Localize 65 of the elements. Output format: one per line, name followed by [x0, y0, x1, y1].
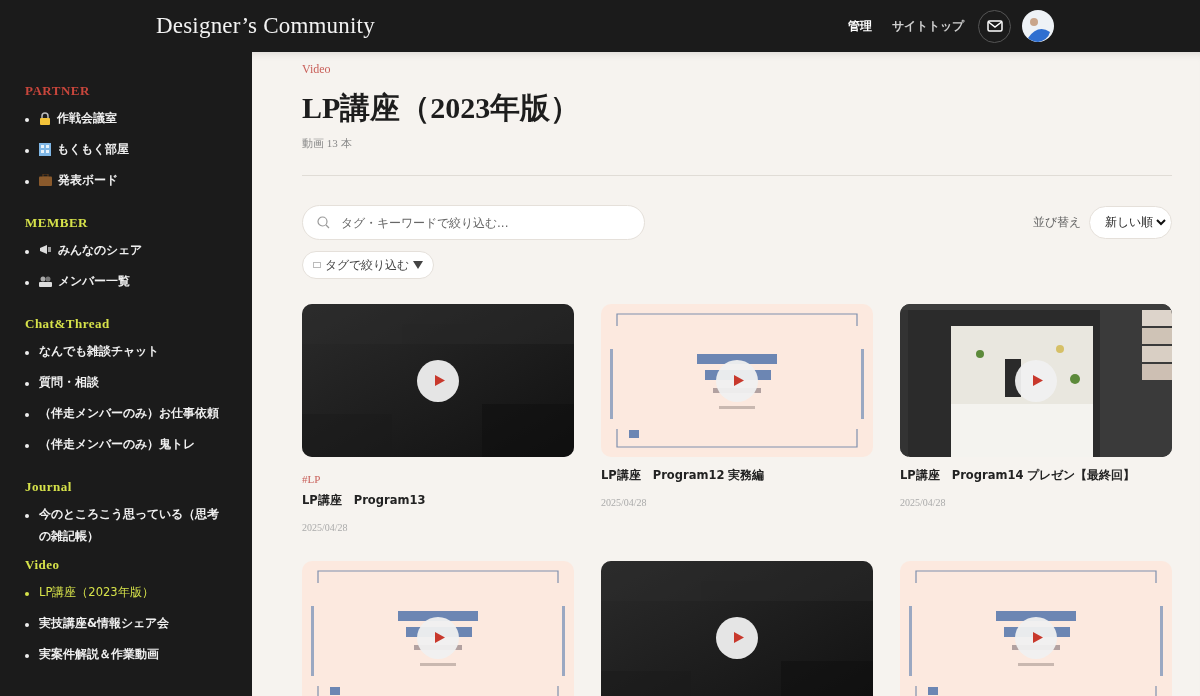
sort-dropdown[interactable]: 新しい順 [1089, 206, 1172, 239]
bullet-icon [25, 382, 29, 386]
people-icon [39, 275, 52, 287]
bullet-icon [25, 281, 29, 285]
sidebar-item[interactable]: 質問・相談 [39, 371, 224, 393]
video-title[interactable]: LP講座 Program13 [302, 493, 574, 508]
section-heading: PARTNER [25, 83, 91, 99]
video-title[interactable]: LP講座 Program14 プレゼン【最終回】 [900, 468, 1172, 483]
sidebar-item[interactable]: （伴走メンバーのみ）お仕事依頼 [39, 402, 224, 424]
play-icon [1032, 632, 1043, 643]
chevron-down-icon [1156, 219, 1166, 226]
video-date: 2025/04/28 [601, 497, 648, 508]
play-icon [733, 375, 744, 386]
avatar[interactable] [1022, 10, 1054, 42]
page-title: LP講座（2023年版） [302, 90, 582, 126]
bullet-icon [25, 623, 29, 627]
sidebar-item[interactable]: 実技講座&情報シェア会 [39, 612, 224, 634]
bullet-icon [25, 413, 29, 417]
sidebar-item[interactable]: もくもく部屋 [39, 138, 224, 160]
video-date: 2025/04/28 [302, 522, 349, 533]
sidebar-item[interactable]: 実案件解説＆作業動画 [39, 643, 224, 665]
video-date: 2025/04/28 [900, 497, 947, 508]
nav-link[interactable]: サイトトップ [892, 17, 964, 35]
bullet-icon [25, 351, 29, 355]
play-icon [1032, 375, 1043, 386]
sort-label: 並び替え [1033, 214, 1081, 231]
section-heading: Chat&Thread [25, 316, 111, 332]
play-icon [434, 375, 445, 386]
sidebar-item[interactable]: みんなのシェア [39, 239, 224, 261]
bullet-icon [25, 514, 29, 518]
sidebar-item[interactable]: なんでも雑談チャット [39, 340, 224, 362]
megaphone-icon [39, 244, 52, 255]
bullet-icon [25, 180, 29, 184]
bullet-icon [25, 654, 29, 658]
bullet-icon [25, 118, 29, 122]
play-icon [733, 632, 744, 643]
mail-icon [986, 20, 1003, 32]
sidebar-item[interactable]: メンバー一覧 [39, 270, 224, 292]
video-tag[interactable]: #LP [302, 473, 574, 485]
video-count: 動画 13 本 [302, 136, 353, 151]
building-icon [39, 143, 51, 156]
sidebar-item[interactable]: 発表ボード [39, 169, 224, 191]
bullet-icon [25, 149, 29, 153]
sidebar-item[interactable]: 作戦会議室 [39, 107, 224, 129]
bullet-icon [25, 444, 29, 448]
tag-filter-button[interactable]: タグで絞り込む [302, 251, 434, 279]
site-title[interactable]: Designer’s Community [156, 13, 375, 39]
section-heading: MEMBER [25, 215, 89, 231]
category-label: Video [302, 62, 332, 77]
sidebar-item[interactable]: （伴走メンバーのみ）鬼トレ [39, 433, 224, 455]
briefcase-icon [39, 174, 52, 186]
bullet-icon [25, 250, 29, 254]
search-icon [317, 216, 330, 229]
nav-link[interactable]: 管理 [848, 17, 872, 35]
play-icon [434, 632, 445, 643]
video-title[interactable]: LP講座 Program12 実務編 [601, 468, 873, 483]
sidebar-item[interactable]: 今のところこう思っている（思考の雑記帳） [39, 503, 224, 547]
sidebar-item[interactable]: LP講座（2023年版） [39, 581, 224, 603]
bullet-icon [25, 592, 29, 596]
search-field[interactable]: タグ・キーワードで絞り込む... [302, 205, 645, 240]
lock-icon [39, 112, 51, 125]
tag-icon [313, 262, 321, 268]
caret-icon [413, 261, 423, 269]
section-heading: Video [25, 557, 61, 573]
section-heading: Journal [25, 479, 73, 495]
